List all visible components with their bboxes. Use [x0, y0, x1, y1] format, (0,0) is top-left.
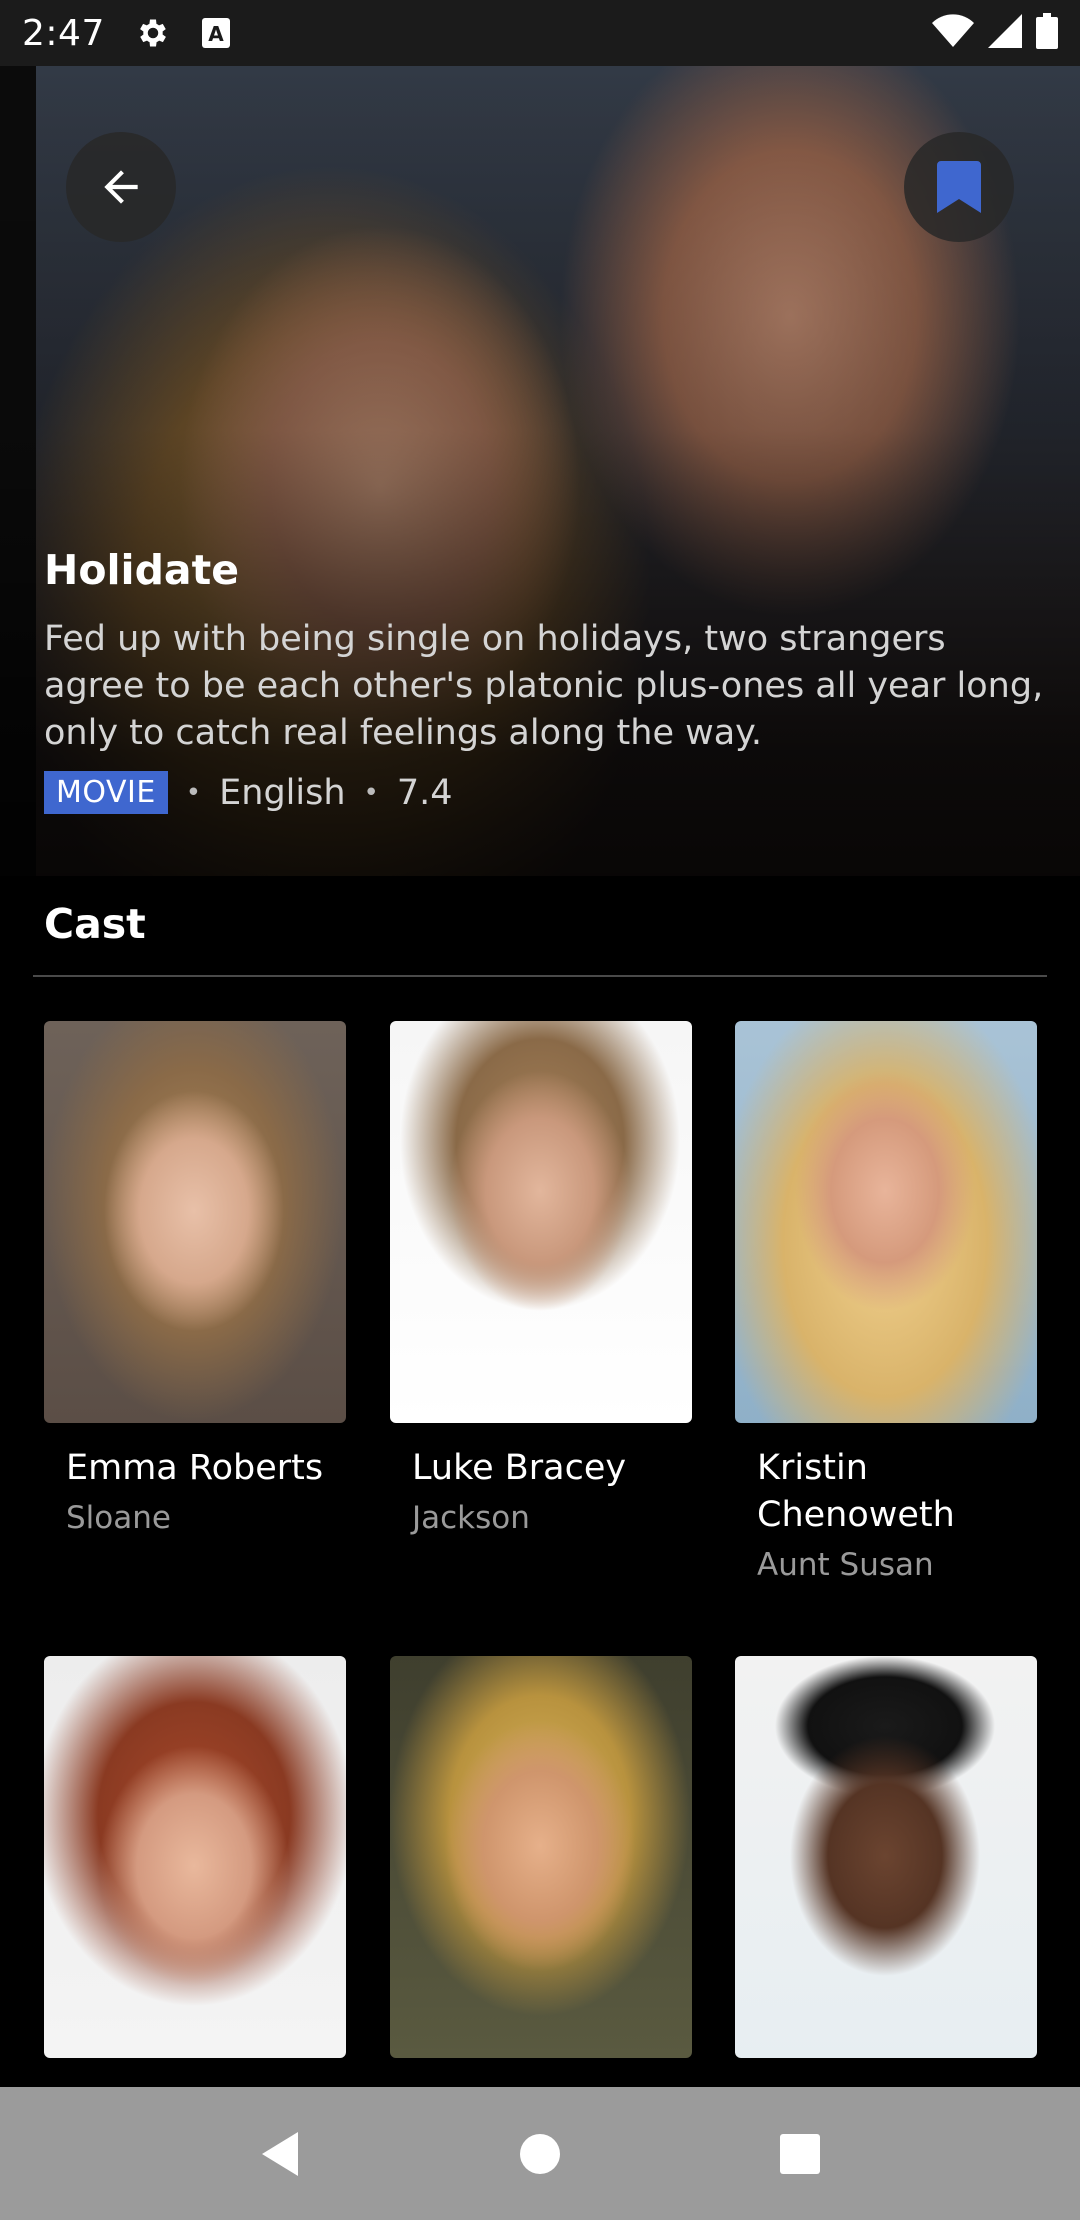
cast-photo: [390, 1656, 692, 2058]
movie-meta: MOVIE • English • 7.4: [44, 771, 1044, 814]
nav-recents-icon: [780, 2133, 820, 2174]
divider: [33, 975, 1047, 977]
cast-photo: [735, 1021, 1037, 1423]
hero-banner: Holidate Fed up with being single on hol…: [0, 66, 1080, 876]
system-nav-bar: [0, 2087, 1080, 2220]
cast-header: Cast: [44, 900, 146, 948]
nav-home-button[interactable]: [510, 2124, 570, 2184]
text-a-icon: A: [201, 17, 231, 49]
cast-card[interactable]: [390, 1656, 692, 2080]
movie-rating: 7.4: [396, 772, 453, 813]
cast-photo: [390, 1021, 692, 1423]
status-bar: 2:47 A: [0, 0, 1080, 66]
signal-icon: [988, 14, 1022, 52]
gear-icon: [135, 15, 171, 51]
cast-card[interactable]: Kristin Chenoweth Aunt Susan: [735, 1021, 1037, 1583]
movie-language: English: [219, 772, 346, 813]
back-button[interactable]: [66, 132, 176, 242]
separator-dot: •: [185, 777, 202, 808]
cast-card[interactable]: Luke Bracey Jackson: [390, 1021, 692, 1536]
cast-name: Luke Bracey: [412, 1448, 627, 1488]
cast-name: Emma Roberts: [66, 1448, 324, 1488]
cast-card[interactable]: Emma Roberts Sloane: [44, 1021, 346, 1536]
type-badge: MOVIE: [44, 771, 168, 814]
status-time: 2:47: [22, 12, 105, 54]
svg-text:A: A: [208, 22, 224, 46]
cast-photo: [44, 1656, 346, 2058]
cast-role: Sloane: [66, 1500, 171, 1536]
nav-recents-button[interactable]: [770, 2124, 830, 2184]
nav-home-icon: [520, 2133, 560, 2174]
arrow-left-icon: [104, 170, 138, 204]
cast-card[interactable]: [44, 1656, 346, 2080]
wifi-icon: [932, 14, 974, 52]
movie-description: Fed up with being single on holidays, tw…: [44, 619, 1044, 753]
cast-card[interactable]: [735, 1656, 1037, 2080]
cast-role: Jackson: [412, 1500, 530, 1536]
cast-name: Kristin Chenoweth: [757, 1448, 955, 1535]
cast-photo: [44, 1021, 346, 1423]
cast-role: Aunt Susan: [757, 1547, 934, 1583]
separator-dot: •: [363, 777, 379, 808]
battery-icon: [1036, 13, 1058, 53]
bookmark-icon: [937, 161, 981, 213]
cast-photo: [735, 1656, 1037, 2058]
movie-title: Holidate: [44, 546, 240, 594]
hero-info: Holidate Fed up with being single on hol…: [44, 546, 1044, 814]
bookmark-button[interactable]: [904, 132, 1014, 242]
nav-back-icon: [262, 2131, 298, 2176]
nav-back-button[interactable]: [250, 2124, 310, 2184]
